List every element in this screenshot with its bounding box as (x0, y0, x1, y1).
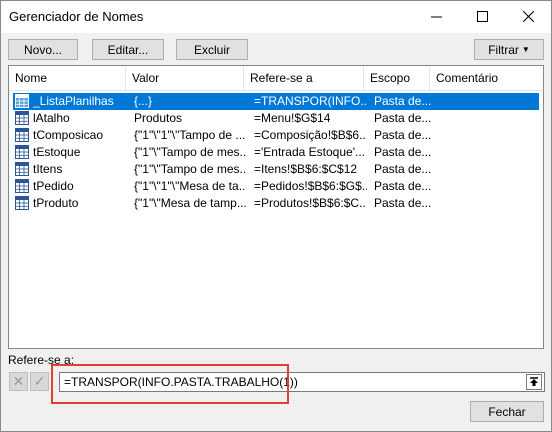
cell-scope: Pasta de... (374, 111, 432, 125)
cell-value: {"1"\"1"\"Mesa de ta... (134, 179, 246, 193)
confirm-edit-icon[interactable]: ✓ (30, 372, 49, 391)
dropdown-arrow-icon: ▼ (521, 45, 530, 54)
filter-button[interactable]: Filtrar ▼ (474, 39, 544, 60)
cell-comment (440, 161, 535, 178)
cell-value: Produtos (134, 111, 183, 125)
cell-name: lAtalho (33, 111, 70, 125)
cell-value: {"1"\"1"\"Tampo de ... (134, 128, 246, 142)
list-row[interactable]: tProduto {"1"\"Mesa de tamp... =Produtos!$… (13, 195, 539, 212)
named-range-icon (15, 179, 29, 193)
filter-label: Filtrar (488, 42, 519, 57)
cell-refers: =Produtos!$B$6:$C... (254, 196, 367, 210)
column-header-value[interactable]: Valor (126, 66, 244, 90)
cell-scope: Pasta de... (374, 162, 432, 176)
cell-refers: =Itens!$B$6:$C$12 (254, 162, 358, 176)
named-range-icon (15, 145, 29, 159)
column-header-name[interactable]: Nome (9, 66, 126, 90)
named-range-icon (15, 94, 29, 108)
close-button[interactable]: Fechar (470, 401, 544, 422)
cell-scope: Pasta de... (374, 145, 432, 159)
column-header-comment[interactable]: Comentário (430, 66, 543, 90)
cell-scope: Pasta de... (374, 94, 432, 108)
maximize-icon[interactable] (459, 1, 505, 31)
cell-comment (440, 178, 535, 195)
named-range-icon (15, 128, 29, 142)
list-row[interactable]: tComposicao {"1"\"1"\"Tampo de ... =Compos… (13, 127, 539, 144)
named-range-icon (15, 196, 29, 210)
list-header: Nome Valor Refere-se a Escopo Comentário (9, 66, 543, 91)
named-range-icon (15, 111, 29, 125)
cell-name: tComposicao (33, 128, 104, 142)
list-row[interactable]: lAtalho Produtos =Menu!$G$14 Pasta de... (13, 110, 539, 127)
name-manager-dialog: Gerenciador de Nomes Novo... Editar... E… (0, 0, 552, 432)
list-row[interactable]: tPedido {"1"\"1"\"Mesa de ta... =Pedidos!$… (13, 178, 539, 195)
column-header-refers-to[interactable]: Refere-se a (244, 66, 364, 90)
list-row[interactable]: tItens {"1"\"Tampo de mes... =Itens!$B$6:$… (13, 161, 539, 178)
cell-comment (440, 144, 535, 161)
list-row[interactable]: tEstoque {"1"\"Tampo de mes... ='Entrada E… (13, 144, 539, 161)
cell-refers: ='Entrada Estoque'... (254, 145, 365, 159)
cell-name: tPedido (33, 179, 74, 193)
cell-comment (440, 195, 535, 212)
cell-name: tItens (33, 162, 63, 176)
cell-value: {...} (134, 94, 153, 108)
cell-scope: Pasta de... (374, 179, 432, 193)
cell-refers: =Composição!$B$6... (254, 128, 367, 142)
list-row[interactable]: _ListaPlanilhas {...} =TRANSPOR(INFO.... Pa… (13, 93, 539, 110)
cell-comment (440, 93, 535, 110)
minimize-icon[interactable] (413, 1, 459, 31)
title-bar: Gerenciador de Nomes (1, 1, 551, 33)
cell-name: tProduto (33, 196, 79, 210)
cell-comment (440, 127, 535, 144)
cell-comment (440, 110, 535, 127)
cell-value: {"1"\"Mesa de tamp... (134, 196, 246, 210)
cell-refers: =Menu!$G$14 (254, 111, 331, 125)
column-header-scope[interactable]: Escopo (364, 66, 430, 90)
cell-name: _ListaPlanilhas (33, 94, 114, 108)
cell-value: {"1"\"Tampo de mes... (134, 145, 246, 159)
cell-name: tEstoque (33, 145, 81, 159)
cell-scope: Pasta de... (374, 196, 432, 210)
cancel-edit-icon[interactable]: ✕ (9, 372, 28, 391)
highlight-annotation (51, 364, 289, 404)
cell-value: {"1"\"Tampo de mes... (134, 162, 246, 176)
window-title: Gerenciador de Nomes (9, 9, 144, 24)
edit-button[interactable]: Editar... (92, 39, 164, 60)
close-icon[interactable] (505, 1, 551, 31)
delete-button[interactable]: Excluir (176, 39, 248, 60)
names-list[interactable]: Nome Valor Refere-se a Escopo Comentário… (8, 65, 544, 349)
cell-scope: Pasta de... (374, 128, 432, 142)
new-button[interactable]: Novo... (8, 39, 78, 60)
cell-refers: =Pedidos!$B$6:$G$... (254, 179, 367, 193)
named-range-icon (15, 162, 29, 176)
collapse-dialog-icon[interactable] (526, 374, 542, 390)
cell-refers: =TRANSPOR(INFO.... (254, 94, 367, 108)
